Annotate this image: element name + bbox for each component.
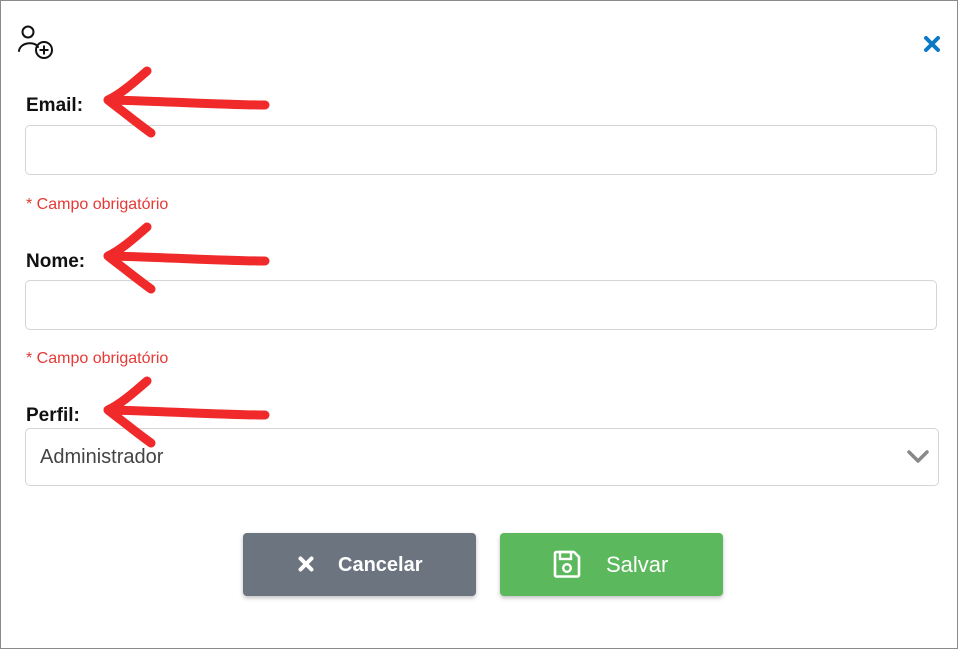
- save-button-label: Salvar: [606, 552, 669, 577]
- times-icon: [298, 556, 314, 572]
- cancel-button[interactable]: Cancelar: [243, 533, 476, 596]
- perfil-select[interactable]: Administrador: [25, 428, 939, 486]
- perfil-label: Perfil:: [26, 405, 80, 426]
- nome-label: Nome:: [26, 251, 86, 272]
- email-field[interactable]: [25, 125, 937, 175]
- floppy-disk-icon: [553, 550, 581, 578]
- perfil-selected-value: Administrador: [40, 446, 164, 468]
- close-icon[interactable]: [921, 33, 943, 55]
- save-button[interactable]: Salvar: [500, 533, 723, 596]
- nome-error-message: * Campo obrigatório: [26, 350, 169, 367]
- cancel-button-label: Cancelar: [338, 554, 423, 576]
- email-label: Email:: [26, 95, 84, 116]
- nome-field[interactable]: [25, 280, 937, 330]
- chevron-down-icon: [907, 450, 929, 463]
- add-user-icon: [18, 25, 53, 59]
- email-error-message: * Campo obrigatório: [26, 196, 169, 213]
- user-form-dialog: Email: * Campo obrigatório Nome: * Campo…: [0, 0, 958, 649]
